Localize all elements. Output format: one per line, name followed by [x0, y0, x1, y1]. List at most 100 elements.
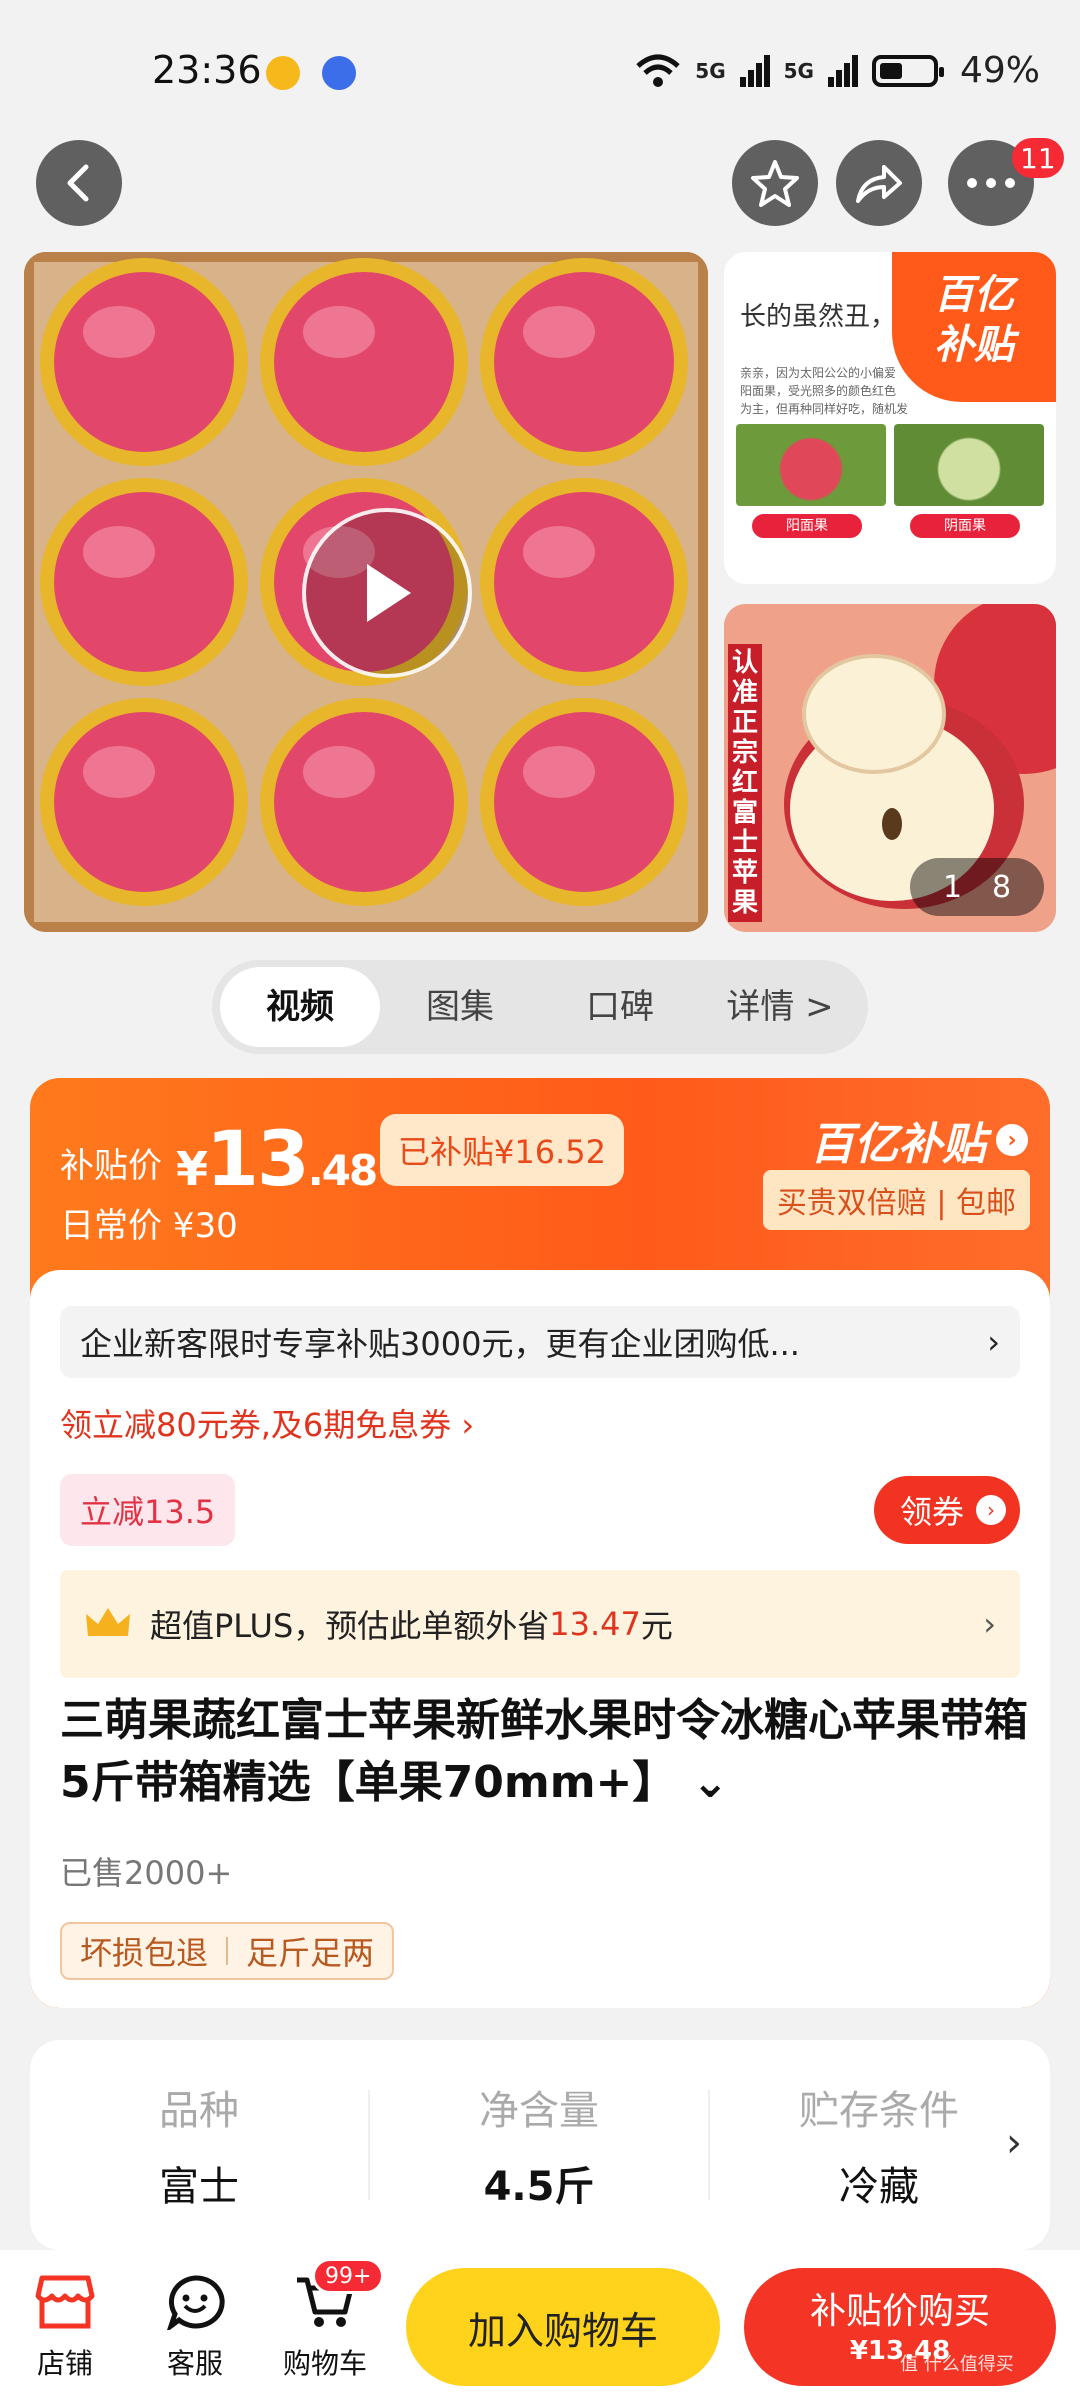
- offers-panel: 企业新客限时专享补贴3000元，更有企业团购低... › 领立减80元券,及6期…: [30, 1270, 1050, 2008]
- apple: [54, 272, 234, 452]
- tab-reviews[interactable]: 口碑: [540, 967, 700, 1047]
- share-icon: [856, 165, 902, 203]
- counter-current: 1: [942, 869, 963, 905]
- chevron-right-icon: ›: [996, 1124, 1028, 1156]
- shop-icon: [32, 2272, 98, 2332]
- notice-text: 企业新客限时专享补贴3000元，更有企业团购低...: [80, 1325, 800, 1363]
- status-right: 5G 5G 49%: [635, 50, 1040, 91]
- sold-count: 已售2000+: [60, 1854, 233, 1892]
- price-label: 补贴价: [60, 1146, 162, 1186]
- chevron-right-icon: ›: [983, 1605, 996, 1643]
- apple: [54, 712, 234, 892]
- side1-note-1: 亲亲，因为太阳公公的小偏爱: [740, 366, 897, 380]
- price-value: ¥13.48: [176, 1114, 378, 1203]
- guarantee-1: 坏损包退: [80, 1934, 209, 1972]
- bottom-action-bar: 店铺 客服 购物车 99+ 加入购物车 补贴价购买 ¥13.48: [0, 2250, 1080, 2400]
- tab-video[interactable]: 视频: [220, 967, 380, 1047]
- media-tabs: 视频 图集 口碑 详情 >: [212, 960, 868, 1054]
- apple-highlight: [303, 306, 375, 358]
- apple-highlight: [303, 746, 375, 798]
- cart-badge: 99+: [312, 2258, 385, 2294]
- chevron-right-icon[interactable]: ›: [1006, 2120, 1022, 2166]
- spec-key: 贮存条件: [799, 2088, 959, 2134]
- main-product-video[interactable]: [24, 252, 708, 932]
- counter-total: 8: [991, 869, 1012, 905]
- spec-weight: 净含量 4.5斤: [370, 2078, 708, 2212]
- status-bar: 23:36 5G 5G 49%: [0, 0, 1080, 130]
- crown-icon: [86, 1608, 130, 1636]
- tag-sunny: 阳面果: [752, 514, 862, 538]
- price-integer: 13: [206, 1114, 310, 1203]
- spec-row[interactable]: 品种 富士 净含量 4.5斤 贮存条件 冷藏 ›: [30, 2040, 1050, 2250]
- signal-bars-icon: [739, 54, 770, 87]
- guarantee-tags[interactable]: 坏损包退 足斤足两: [60, 1922, 395, 1980]
- apple-highlight: [83, 526, 155, 578]
- side1-heading: 长的虽然丑，: [740, 302, 897, 332]
- apple-highlight: [523, 306, 595, 358]
- customer-service-button[interactable]: 客服: [140, 2272, 250, 2382]
- spec-storage: 贮存条件 冷藏: [710, 2078, 1048, 2212]
- spec-key: 净含量: [479, 2088, 599, 2134]
- signal-5g-1: 5G: [695, 58, 726, 83]
- baidu-icon: [322, 56, 356, 90]
- price-promise[interactable]: 买贵双倍赔 | 包邮: [762, 1170, 1030, 1230]
- tab-gallery[interactable]: 图集: [380, 967, 540, 1047]
- apple-highlight: [83, 746, 155, 798]
- signal-5g-2: 5G: [783, 58, 814, 83]
- battery-icon: [871, 54, 944, 87]
- product-title[interactable]: 三萌果蔬红富士苹果新鲜水果时令冰糖心苹果带箱 5斤带箱精选【单果70mm+】 ⌄: [60, 1690, 1040, 1814]
- cart-label: 购物车: [282, 2347, 367, 2380]
- shade-apple-photo: [894, 424, 1044, 506]
- shop-button[interactable]: 店铺: [10, 2272, 120, 2382]
- badge-bottom-text: 补贴: [934, 322, 1014, 368]
- get-coupon-label: 领券: [899, 1493, 964, 1531]
- reduce-tag: 立减13.5: [60, 1474, 236, 1546]
- enterprise-notice[interactable]: 企业新客限时专享补贴3000元，更有企业团购低... ›: [60, 1306, 1020, 1378]
- share-button[interactable]: [836, 140, 922, 226]
- spec-key: 品种: [159, 2088, 239, 2134]
- plus-amount: 13.47: [549, 1605, 641, 1643]
- chevron-right-icon: ›: [976, 1495, 1006, 1525]
- apple: [274, 272, 454, 452]
- coupon-link[interactable]: 领立减80元券,及6期免息券 ›: [60, 1400, 474, 1446]
- subsidy-brand-link[interactable]: 百亿补贴 ›: [810, 1108, 1028, 1172]
- apple: [494, 272, 674, 452]
- battery-percent: 49%: [959, 50, 1040, 91]
- image-counter: 1 8: [910, 858, 1044, 916]
- chat-smile-icon: [162, 2272, 228, 2332]
- side2-vertical-label: 认准正宗红富士苹果: [728, 644, 762, 922]
- price-currency: ¥: [176, 1142, 208, 1196]
- plus-savings-row[interactable]: 超值PLUS，预估此单额外省 13.47 元 ›: [60, 1570, 1020, 1678]
- apple-highlight: [523, 746, 595, 798]
- price-card: 补贴价 ¥13.48 已补贴¥16.52 日常价 ¥30 百亿补贴 › 买贵双倍…: [30, 1078, 1050, 2008]
- favorite-button[interactable]: [732, 140, 818, 226]
- add-to-cart-button[interactable]: 加入购物车: [406, 2268, 720, 2386]
- sunny-apple-photo: [736, 424, 886, 506]
- apple: [274, 712, 454, 892]
- notification-badge: 11: [1012, 138, 1064, 178]
- spec-value: 4.5斤: [483, 2164, 595, 2210]
- buy-title: 补贴价购买: [809, 2291, 990, 2332]
- spec-value: 冷藏: [839, 2164, 919, 2210]
- plus-prefix: 超值PLUS，预估此单额外省: [150, 1607, 550, 1645]
- chevron-right-icon: ›: [987, 1323, 1000, 1361]
- apple-highlight: [523, 526, 595, 578]
- tab-details[interactable]: 详情 >: [700, 967, 860, 1047]
- back-button[interactable]: [36, 140, 122, 226]
- side1-note-2: 阳面果，受光照多的颜色红色: [740, 384, 897, 398]
- get-coupon-button[interactable]: 领券 ›: [873, 1476, 1020, 1544]
- apple: [54, 492, 234, 672]
- spec-value: 富士: [159, 2164, 239, 2210]
- apple: [494, 712, 674, 892]
- brand-text: 百亿补贴: [810, 1119, 986, 1170]
- regular-price: 日常价 ¥30: [60, 1206, 238, 1246]
- side-thumbnail-1[interactable]: 长的虽然丑， 亲亲，因为太阳公公的小偏爱 阳面果，受光照多的颜色红色 为主，但再…: [724, 252, 1056, 584]
- more-dots-icon: [967, 178, 1015, 188]
- signal-bars-icon-2: [827, 54, 858, 87]
- side1-note-3: 为主，但再种同样好吃，随机发: [740, 402, 909, 416]
- guarantee-2: 足斤足两: [246, 1934, 375, 1972]
- apple-highlight: [83, 306, 155, 358]
- play-icon: [367, 564, 411, 622]
- play-button[interactable]: [302, 508, 472, 678]
- subsidy-corner-badge: 百亿 补贴: [892, 252, 1056, 402]
